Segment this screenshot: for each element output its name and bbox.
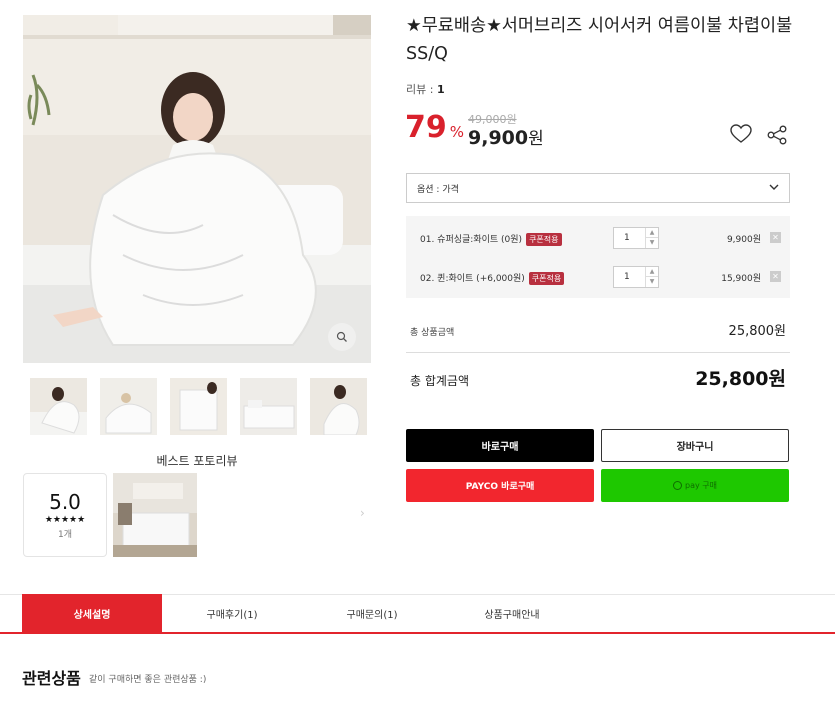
- share-icon[interactable]: [766, 125, 788, 149]
- option-dropdown[interactable]: 옵션 : 가격: [406, 173, 790, 203]
- sale-price: 9,900원: [468, 124, 544, 149]
- review-score: 5.0: [49, 490, 81, 514]
- discount-rate: 79%: [405, 110, 464, 145]
- quantity-down-icon[interactable]: ▼: [646, 277, 658, 287]
- zoom-button[interactable]: [328, 323, 356, 351]
- npay-label: pay 구매: [685, 481, 717, 490]
- total-label: 총 합계금액: [410, 374, 470, 388]
- tabs-underline: [0, 632, 835, 634]
- related-products-subtitle: 같이 구매하면 좋은 관련상품 :): [89, 675, 207, 685]
- tab-reviews[interactable]: 구매후기(1): [162, 594, 302, 632]
- option-name-wrap: 02. 퀸:화이트 (+6,000원) 쿠폰적용: [420, 271, 565, 285]
- thumbnail-5[interactable]: [310, 378, 367, 435]
- review-next-arrow-icon[interactable]: ›: [360, 506, 365, 520]
- subtotal-label: 총 상품금액: [410, 328, 455, 338]
- buy-now-button[interactable]: 바로구매: [406, 429, 594, 462]
- review-count-value: 1: [436, 83, 445, 96]
- thumbnail-1[interactable]: [30, 378, 87, 435]
- subtotal-value: 25,800원: [728, 324, 786, 339]
- quantity-stepper[interactable]: 1 ▲ ▼: [613, 266, 659, 288]
- wishlist-heart-icon[interactable]: [730, 124, 752, 148]
- tab-inquiries[interactable]: 구매문의(1): [302, 594, 442, 632]
- star-rating-icon: ★★★★★: [44, 515, 86, 525]
- npay-logo-icon: [673, 481, 682, 490]
- remove-option-icon[interactable]: ✕: [770, 232, 781, 243]
- divider: [406, 352, 790, 353]
- selected-options-panel: 01. 슈퍼싱글:화이트 (0원) 쿠폰적용 1 ▲ ▼ 9,900원 ✕ 02.…: [406, 216, 790, 298]
- remove-option-icon[interactable]: ✕: [770, 271, 781, 282]
- npay-buy-button[interactable]: pay 구매: [601, 469, 789, 502]
- option-name: 02. 퀸:화이트 (+6,000원): [420, 274, 525, 284]
- total-value: 25,800원: [695, 368, 786, 390]
- discount-unit: %: [449, 123, 465, 141]
- tab-detail[interactable]: 상세설명: [22, 594, 162, 632]
- coupon-badge: 쿠폰적용: [526, 233, 562, 246]
- review-count-line: 리뷰 : 1: [406, 81, 445, 97]
- option-price: 15,900원: [721, 274, 761, 284]
- quantity-up-icon[interactable]: ▲: [646, 267, 658, 277]
- quantity-input[interactable]: 1: [624, 272, 630, 282]
- review-count: 1개: [57, 530, 72, 540]
- sale-price-value: 9,900: [468, 127, 529, 149]
- thumbnail-3[interactable]: [170, 378, 227, 435]
- thumbnail-strip: [30, 378, 367, 435]
- option-price: 9,900원: [726, 235, 761, 245]
- option-name-wrap: 01. 슈퍼싱글:화이트 (0원) 쿠폰적용: [420, 232, 562, 246]
- related-products-title: 관련상품: [22, 669, 81, 688]
- magnifier-icon: [336, 328, 348, 347]
- best-review-title: 베스트 포토리뷰: [156, 454, 238, 468]
- stepper-buttons: ▲ ▼: [645, 228, 658, 248]
- quantity-up-icon[interactable]: ▲: [646, 228, 658, 238]
- payco-buy-button[interactable]: PAYCO 바로구매: [406, 469, 594, 502]
- selected-option-row: 02. 퀸:화이트 (+6,000원) 쿠폰적용 1 ▲ ▼ 15,900원 ✕: [406, 262, 790, 292]
- product-title: ★무료배송★서머브리즈 시어서커 여름이불 차렵이불 SS/Q: [406, 16, 793, 64]
- option-name: 01. 슈퍼싱글:화이트 (0원): [420, 235, 523, 245]
- review-photo[interactable]: [113, 473, 197, 557]
- quantity-stepper[interactable]: 1 ▲ ▼: [613, 227, 659, 249]
- sale-price-currency: 원: [528, 129, 544, 149]
- add-to-cart-button[interactable]: 장바구니: [601, 429, 789, 462]
- tab-purchase-guide[interactable]: 상품구매안내: [442, 594, 582, 632]
- quantity-down-icon[interactable]: ▼: [646, 238, 658, 248]
- selected-option-row: 01. 슈퍼싱글:화이트 (0원) 쿠폰적용 1 ▲ ▼ 9,900원 ✕: [406, 223, 790, 253]
- stepper-buttons: ▲ ▼: [645, 267, 658, 287]
- quantity-input[interactable]: 1: [624, 233, 630, 243]
- coupon-badge: 쿠폰적용: [528, 272, 565, 285]
- product-main-image[interactable]: [23, 15, 371, 363]
- option-dropdown-value: 옵션 : 가격: [417, 184, 459, 195]
- review-label: 리뷰 :: [406, 83, 434, 96]
- thumbnail-4[interactable]: [240, 378, 297, 435]
- review-score-card[interactable]: 5.0 ★★★★★ 1개: [23, 473, 107, 557]
- chevron-down-icon: [769, 182, 779, 195]
- discount-value: 79: [405, 110, 447, 145]
- thumbnail-2[interactable]: [100, 378, 157, 435]
